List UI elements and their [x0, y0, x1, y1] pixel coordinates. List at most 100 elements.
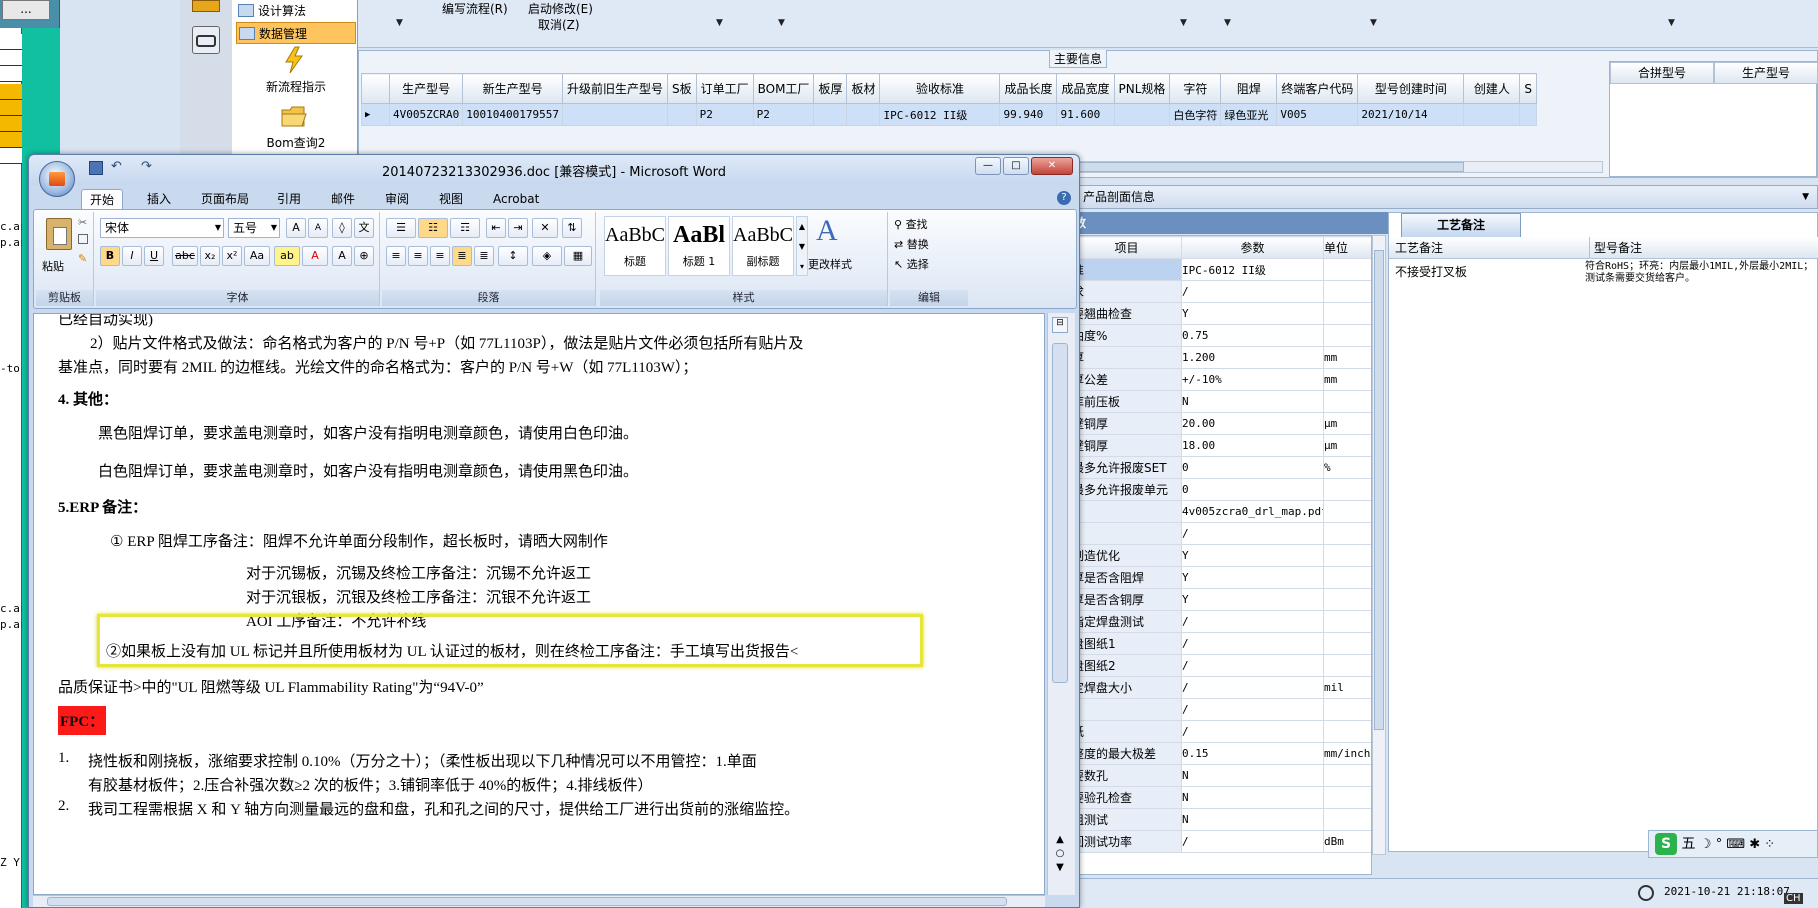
table-cell[interactable]: [1323, 588, 1371, 611]
table-cell[interactable]: /: [1181, 830, 1324, 853]
ellipsis-button[interactable]: ...: [2, 0, 50, 20]
craft-remark-value[interactable]: 不接受打叉板: [1395, 263, 1467, 280]
scroll-thumb[interactable]: [1052, 343, 1068, 683]
column-header[interactable]: 参数: [1181, 236, 1324, 259]
column-header[interactable]: 合拼型号: [1610, 62, 1714, 84]
column-header[interactable]: 成品长度: [999, 73, 1058, 104]
table-cell[interactable]: μm: [1323, 412, 1371, 435]
table-cell[interactable]: 整度的最大极差: [1071, 742, 1182, 765]
table-row[interactable]: 14v005zcra0_drl_map.pdf: [1071, 500, 1371, 523]
toolbox-icon[interactable]: [192, 26, 220, 54]
tab-acrobat[interactable]: Acrobat: [485, 189, 547, 209]
profile-section-header[interactable]: 产品剖面信息 ▼: [1070, 185, 1818, 209]
table-cell[interactable]: [846, 103, 881, 126]
tab-mailings[interactable]: 邮件: [323, 189, 363, 209]
table-cell[interactable]: 厚公差: [1071, 368, 1182, 391]
scroll-thumb[interactable]: [47, 897, 1007, 906]
line-spacing-icon[interactable]: ↕: [498, 246, 528, 266]
table-cell[interactable]: 盘图纸1: [1071, 632, 1182, 655]
table-row[interactable]: 要翘曲检查 Y: [1071, 302, 1371, 325]
column-header[interactable]: 新生产型号: [462, 73, 563, 104]
column-header[interactable]: 工艺备注: [1395, 237, 1443, 259]
table-cell[interactable]: Y: [1181, 588, 1324, 611]
table-cell[interactable]: [1323, 610, 1371, 633]
table-cell[interactable]: +/-10%: [1181, 368, 1324, 391]
maximize-button[interactable]: □: [1003, 157, 1029, 175]
table-row[interactable]: 盘图纸2/: [1071, 654, 1371, 677]
font-size-select[interactable]: 五号 ▼: [228, 218, 280, 238]
column-header[interactable]: S: [1519, 73, 1538, 104]
enclose-char-icon[interactable]: ⊕: [354, 246, 374, 266]
table-cell[interactable]: [1323, 478, 1371, 501]
style-subtitle[interactable]: AaBbC( 副标题: [732, 216, 794, 276]
table-cell[interactable]: 0.15: [1181, 742, 1324, 765]
column-header[interactable]: 订单工厂: [695, 73, 754, 104]
char-shading-icon[interactable]: A: [332, 246, 352, 266]
table-cell[interactable]: 10010400179557: [462, 103, 563, 126]
clear-format-icon[interactable]: ◊: [332, 218, 352, 238]
table-cell[interactable]: 厚是否含铜厚: [1071, 588, 1182, 611]
table-cell[interactable]: mm/inch: [1323, 742, 1371, 765]
tab-review[interactable]: 审阅: [377, 189, 417, 209]
table-cell[interactable]: 准: [1071, 258, 1182, 281]
column-header[interactable]: 字符: [1169, 73, 1222, 104]
table-row[interactable]: /: [1071, 698, 1371, 721]
redo-icon[interactable]: ↷: [141, 159, 152, 174]
table-cell[interactable]: [1323, 698, 1371, 721]
table-cell[interactable]: 2021/10/14: [1357, 103, 1465, 126]
table-cell[interactable]: 厚: [1071, 346, 1182, 369]
table-row[interactable]: 厚是否含阻焊 Y: [1071, 566, 1371, 589]
table-row[interactable]: 求/: [1071, 280, 1371, 303]
tab-page-layout[interactable]: 页面布局: [193, 189, 257, 209]
column-header[interactable]: 升级前旧生产型号: [561, 73, 668, 104]
table-cell[interactable]: [1323, 390, 1371, 413]
tab-insert[interactable]: 插入: [139, 189, 179, 209]
language-indicator[interactable]: CH: [1784, 893, 1803, 904]
table-cell[interactable]: N: [1181, 764, 1324, 787]
table-cell[interactable]: 要验孔检查: [1071, 786, 1182, 809]
decrease-indent-icon[interactable]: ⇤: [486, 218, 506, 238]
table-cell[interactable]: 盘图纸2: [1071, 654, 1182, 677]
style-title[interactable]: AaBbC( 标题: [604, 216, 666, 276]
table-cell[interactable]: [1463, 103, 1521, 126]
start-modify-button[interactable]: 启动修改(E): [528, 0, 593, 17]
table-cell[interactable]: 库前压板: [1071, 390, 1182, 413]
table-cell[interactable]: [1113, 103, 1171, 126]
table-cell[interactable]: [1323, 764, 1371, 787]
font-color-icon[interactable]: A: [302, 246, 328, 266]
table-row[interactable]: 厚1.200mm: [1071, 346, 1371, 369]
column-header[interactable]: 验收标准: [879, 73, 1001, 104]
table-row[interactable]: 制造优化 Y: [1071, 544, 1371, 567]
table-cell[interactable]: mm: [1323, 368, 1371, 391]
paste-button[interactable]: 粘贴: [42, 258, 64, 274]
document-page[interactable]: 已经自动实现) 2）贴片文件格式及做法：命名格式为客户的 P/N 号+P（如 7…: [33, 313, 1045, 895]
styles-scroll[interactable]: ▲ ▼ ▾: [796, 216, 808, 276]
table-cell[interactable]: 最多允许报废单元: [1071, 478, 1182, 501]
table-cell[interactable]: 99.940: [999, 103, 1058, 126]
table-cell[interactable]: /: [1181, 610, 1324, 633]
ime-mode[interactable]: 五: [1681, 836, 1695, 852]
nav-item-design-algorithm[interactable]: 设计算法: [236, 0, 356, 22]
table-cell[interactable]: [1323, 280, 1371, 303]
tab-view[interactable]: 视图: [431, 189, 471, 209]
sort-icon[interactable]: ⇅: [562, 218, 582, 238]
table-row[interactable]: 纸/: [1071, 720, 1371, 743]
table-row[interactable]: 要数孔 N: [1071, 764, 1371, 787]
table-cell[interactable]: [813, 103, 848, 126]
table-cell[interactable]: /: [1181, 698, 1324, 721]
table-cell[interactable]: 0: [1181, 478, 1324, 501]
table-row[interactable]: 厚公差 +/-10% mm: [1071, 368, 1371, 391]
sogou-ime-icon[interactable]: S: [1655, 833, 1677, 855]
document-vertical-scrollbar[interactable]: ⊟ ▲ ○ ▼: [1047, 313, 1075, 895]
chevron-down-icon[interactable]: ▼: [396, 18, 403, 28]
table-cell[interactable]: 纸: [1071, 720, 1182, 743]
table-cell[interactable]: [1323, 324, 1371, 347]
table-cell[interactable]: 回测试功率: [1071, 830, 1182, 853]
table-cell[interactable]: [1071, 698, 1182, 721]
table-cell[interactable]: [1323, 302, 1371, 325]
table-cell[interactable]: 壁铜厚: [1071, 434, 1182, 457]
grow-font-icon[interactable]: A: [286, 218, 306, 238]
document-horizontal-scrollbar[interactable]: [33, 895, 1045, 907]
table-cell[interactable]: mil: [1323, 676, 1371, 699]
word-title-bar[interactable]: 20140723213302936.doc [兼容模式] - Microsoft…: [29, 155, 1079, 185]
